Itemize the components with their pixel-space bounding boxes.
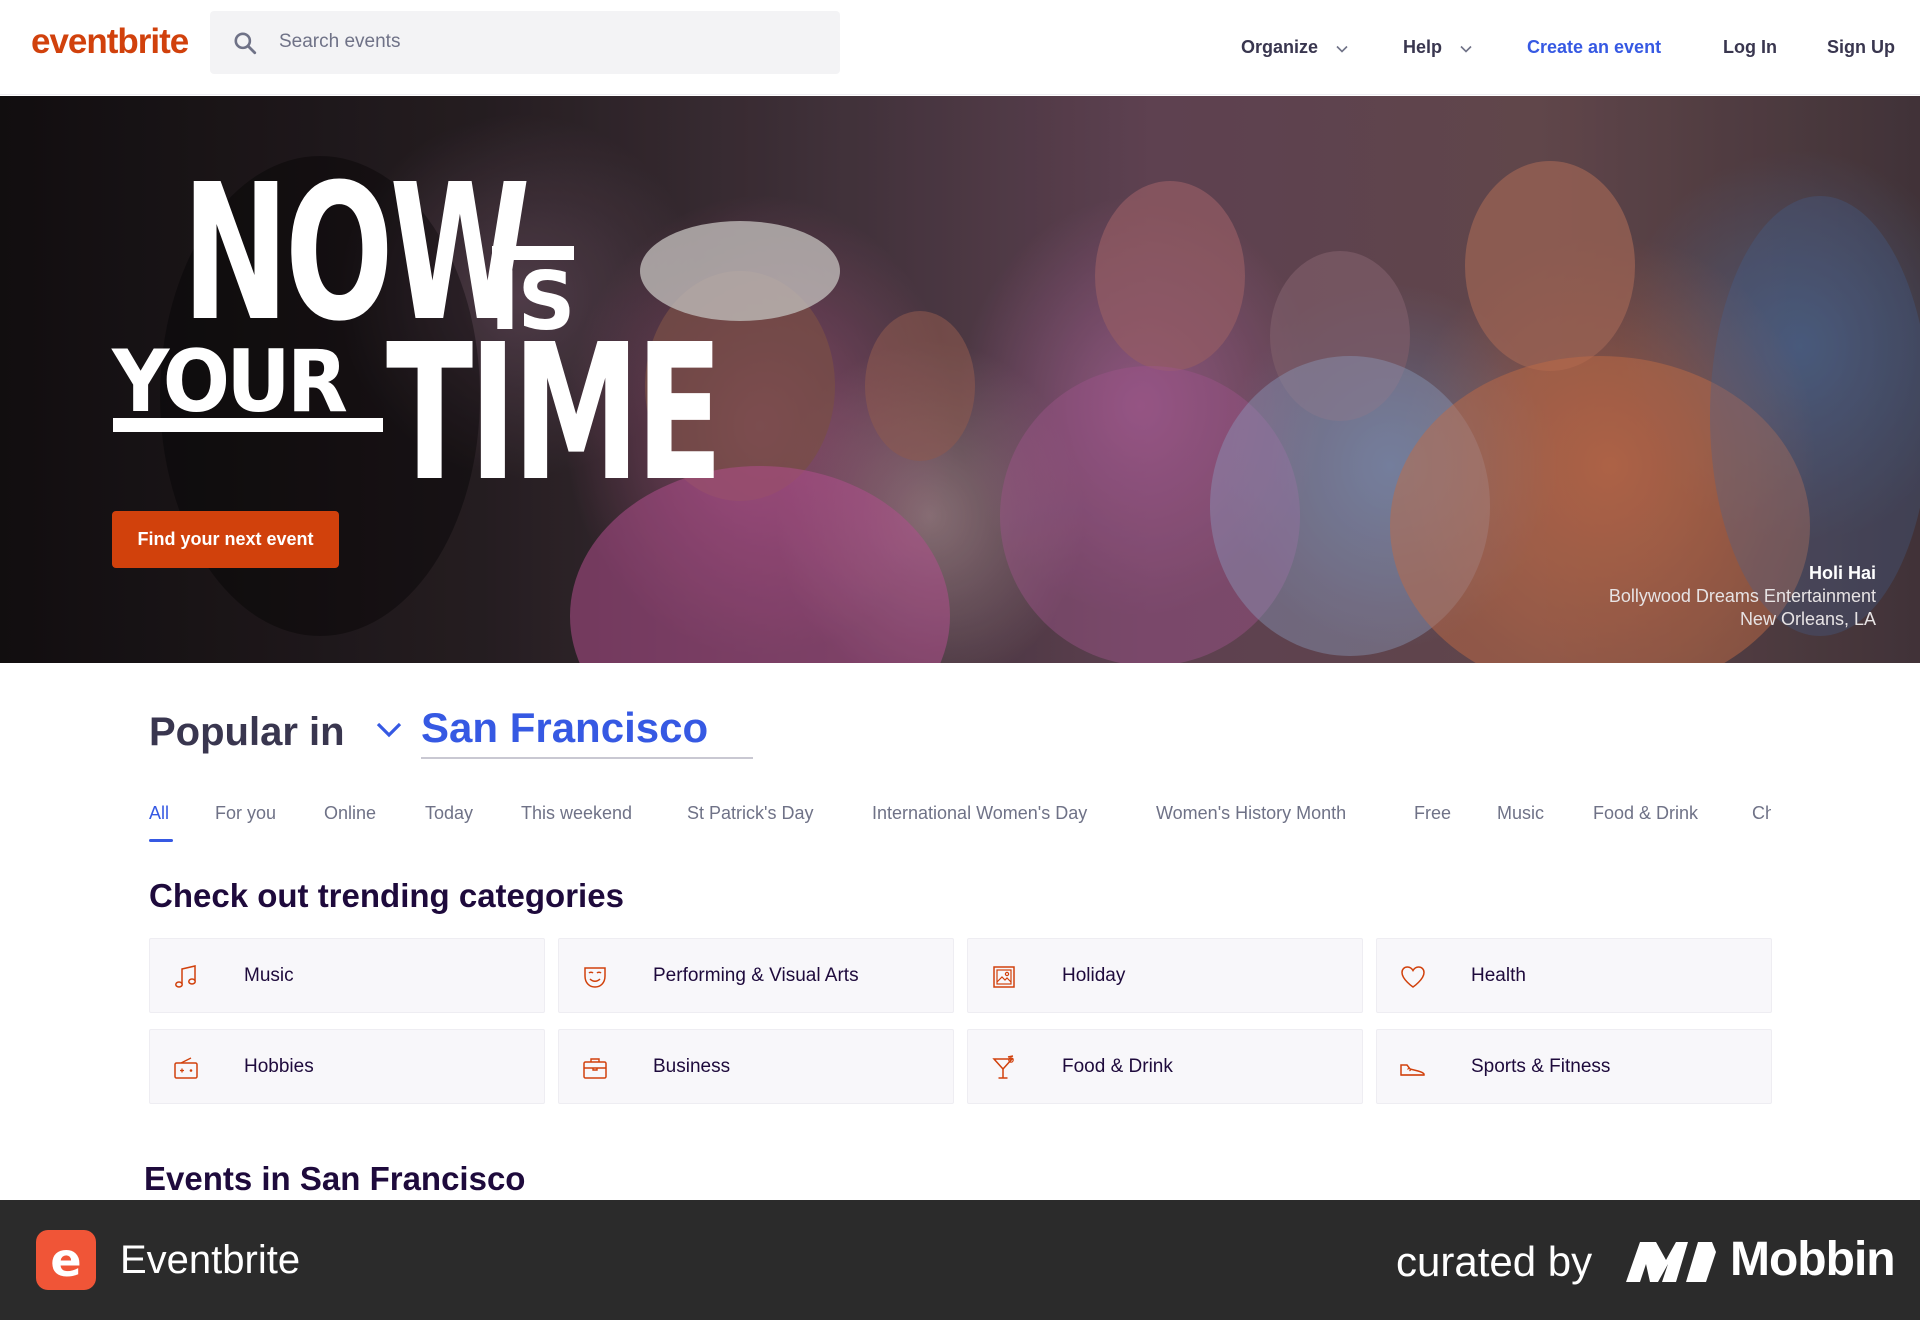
category-label: Food & Drink [1062,1056,1173,1077]
location-selector[interactable]: San Francisco [421,704,708,752]
search-bar[interactable]: Search events [210,11,840,74]
category-music[interactable]: Music [149,938,545,1013]
tab-today[interactable]: Today [425,803,473,824]
tab-womens-history-month[interactable]: Women's History Month [1156,803,1346,824]
hero-headline-your: YOUR [112,332,348,432]
theater-mask-icon [584,967,606,988]
music-note-icon [175,965,196,988]
category-label: Sports & Fitness [1471,1056,1611,1077]
tab-international-womens-day[interactable]: International Women's Day [872,803,1087,824]
category-label: Business [653,1056,731,1077]
curation-footer: e Eventbrite curated by Mobbin [0,1200,1920,1320]
category-label: Holiday [1062,965,1126,986]
tab-all[interactable]: All [149,803,169,824]
picture-frame-icon [993,966,1015,988]
chevron-down-icon [1460,45,1472,53]
tab-st-patricks-day[interactable]: St Patrick's Day [687,803,813,824]
heart-icon [1401,966,1425,988]
radio-icon [174,1057,198,1079]
hero-headline-time: TIME [386,304,723,523]
tab-truncated[interactable]: Ch [1752,803,1771,824]
sign-up-link[interactable]: Sign Up [1827,37,1895,58]
category-label: Health [1471,965,1526,986]
eventbrite-logo[interactable]: eventbrite [31,22,189,62]
mobbin-logo-icon [1626,1242,1716,1282]
cocktail-icon [992,1055,1014,1079]
log-in-link[interactable]: Log In [1723,37,1777,58]
category-label: Music [244,965,294,986]
find-next-event-button[interactable]: Find your next event [112,511,339,568]
curated-by-label: curated by [1396,1238,1593,1285]
events-section-title: Events in San Francisco [144,1160,526,1197]
category-holiday[interactable]: Holiday [967,938,1363,1013]
hero-headline-underline [113,418,383,432]
category-food-and-drink[interactable]: Food & Drink [967,1029,1363,1104]
app-icon-letter: e [50,1233,82,1287]
mobbin-wordmark: Mobbin [1730,1233,1896,1286]
location-underline [421,757,753,759]
popular-in-label: Popular in [149,710,345,754]
category-hobbies[interactable]: Hobbies [149,1029,545,1104]
tab-free[interactable]: Free [1414,803,1451,824]
organize-menu[interactable]: Organize [1241,37,1349,58]
chevron-down-icon [1336,45,1348,53]
chevron-down-icon[interactable] [374,718,404,742]
category-business[interactable]: Business [558,1029,954,1104]
credit-event-title: Holi Hai [1808,563,1876,583]
top-nav: eventbrite Search events Organize Help C… [0,0,1920,95]
credit-location: New Orleans, LA [1739,609,1876,629]
search-input[interactable]: Search events [279,31,400,53]
sneaker-icon [1400,1064,1425,1076]
tab-for-you[interactable]: For you [215,803,276,824]
tab-online[interactable]: Online [324,803,376,824]
category-label: Performing & Visual Arts [653,965,859,986]
event-filter-tabs: All For you Online Today This weekend St… [149,800,1771,846]
active-tab-indicator [149,839,173,842]
app-name: Eventbrite [120,1238,301,1282]
organize-label: Organize [1241,37,1319,57]
category-sports-and-fitness[interactable]: Sports & Fitness [1376,1029,1772,1104]
trending-categories-title: Check out trending categories [149,877,624,914]
category-label: Hobbies [244,1056,314,1077]
create-event-link[interactable]: Create an event [1527,37,1661,58]
tab-music[interactable]: Music [1497,803,1544,824]
credit-organizer: Bollywood Dreams Entertainment [1608,586,1876,606]
tab-this-weekend[interactable]: This weekend [521,803,632,824]
search-icon [234,32,257,55]
help-menu[interactable]: Help [1403,37,1473,58]
help-label: Help [1403,37,1443,57]
category-health[interactable]: Health [1376,938,1772,1013]
hero-photo-credit[interactable]: Holi Hai Bollywood Dreams Entertainment … [1609,562,1876,631]
tab-food-and-drink[interactable]: Food & Drink [1593,803,1698,824]
briefcase-icon [583,1058,607,1079]
category-performing-visual-arts[interactable]: Performing & Visual Arts [558,938,954,1013]
hero-banner: NOW IS YOUR TIME Find your next event Ho… [0,96,1920,663]
eventbrite-app-icon: e [36,1230,96,1290]
